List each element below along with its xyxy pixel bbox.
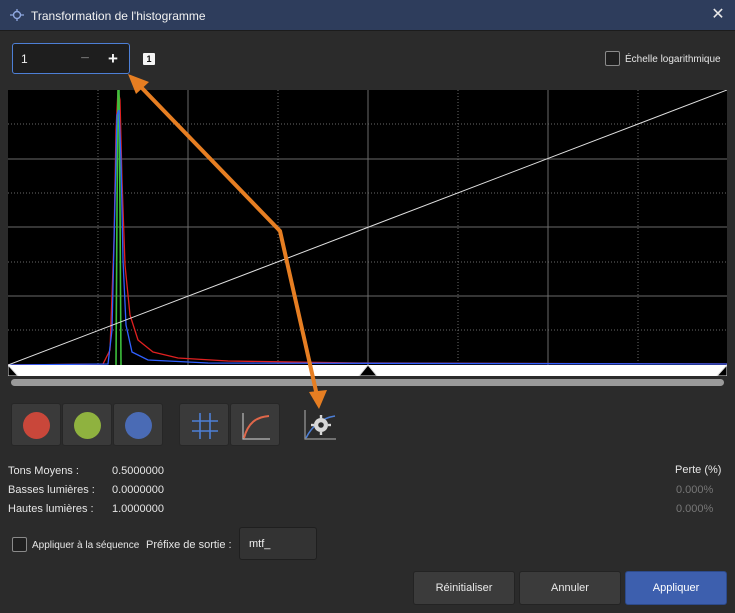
highlights-loss-value: 0.000%	[676, 503, 714, 515]
close-icon[interactable]: ✕	[709, 6, 727, 24]
curve-icon	[242, 413, 270, 440]
zoom-spinner: − +	[12, 43, 130, 74]
apply-button[interactable]: Appliquer	[625, 571, 727, 605]
highlights-label: Hautes lumières :	[8, 503, 94, 515]
blue-channel-toggle[interactable]	[113, 403, 163, 446]
midtones-label: Tons Moyens :	[8, 465, 79, 477]
apply-sequence-checkbox[interactable]	[12, 537, 27, 552]
shadows-loss-value: 0.000%	[676, 484, 714, 496]
blue-circle-icon	[125, 412, 152, 439]
green-channel-toggle[interactable]	[62, 403, 112, 446]
zoom-increase-button[interactable]: +	[101, 48, 125, 70]
window-title: Transformation de l'histogramme	[31, 9, 206, 23]
title-bar: Transformation de l'histogramme ✕	[0, 0, 735, 31]
histogram-canvas[interactable]	[8, 90, 727, 376]
shadows-value: 0.0000000	[112, 484, 164, 496]
curve-toggle[interactable]	[230, 403, 280, 446]
siril-app-icon	[10, 9, 24, 21]
reset-button[interactable]: Réinitialiser	[413, 571, 515, 605]
auto-stretch-icon	[304, 410, 336, 440]
zoom-input[interactable]	[17, 48, 57, 69]
output-prefix-label: Préfixe de sortie :	[146, 539, 232, 551]
apply-sequence-label: Appliquer à la séquence	[32, 540, 140, 551]
highlights-value: 1.0000000	[112, 503, 164, 515]
grid-icon	[192, 413, 218, 439]
arrow-head-stretch	[309, 390, 327, 409]
grid-toggle[interactable]	[179, 403, 229, 446]
cancel-button[interactable]: Annuler	[519, 571, 621, 605]
red-channel-toggle[interactable]	[11, 403, 61, 446]
zoom-decrease-button[interactable]: −	[73, 48, 97, 70]
log-scale-checkbox[interactable]	[605, 51, 620, 66]
log-scale-label: Échelle logarithmique	[625, 54, 721, 65]
histogram-scrollbar[interactable]	[11, 379, 724, 386]
midtones-value: 0.5000000	[112, 465, 164, 477]
green-circle-icon	[74, 412, 101, 439]
zoom-reset-badge[interactable]: 1	[143, 53, 155, 65]
red-circle-icon	[23, 412, 50, 439]
output-prefix-input[interactable]	[239, 527, 317, 560]
shadows-label: Basses lumières :	[8, 484, 95, 496]
auto-stretch-button[interactable]	[302, 408, 338, 442]
loss-header: Perte (%)	[675, 464, 722, 476]
